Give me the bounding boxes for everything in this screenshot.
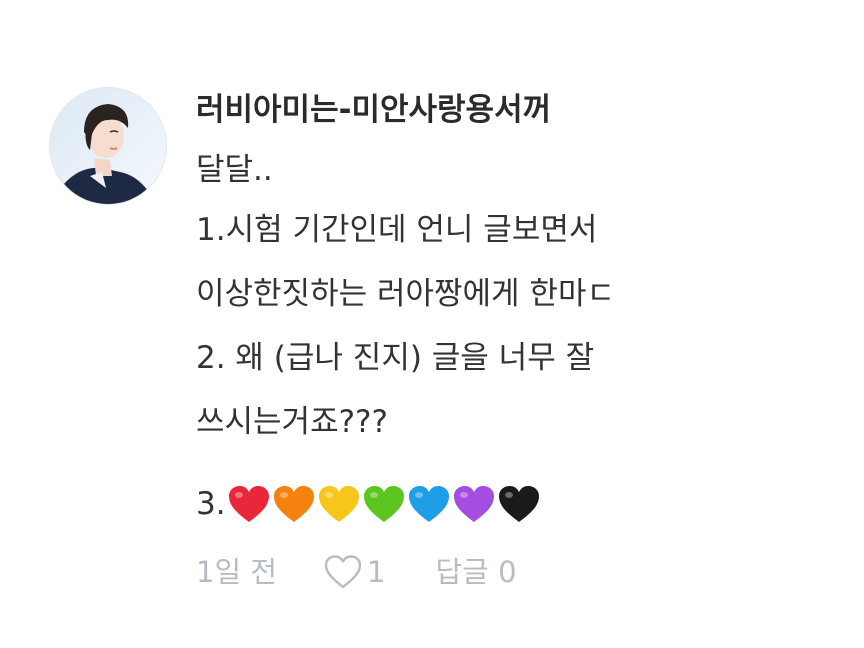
hearts-prefix: 3. [196, 486, 226, 522]
comment-time: 1일 전 [196, 555, 278, 589]
green-heart-icon [363, 486, 404, 522]
comment-body: 달달.. 1.시험 기간인데 언니 글보면서 이상한짓하는 러아짱에게 한마ㄷ … [196, 150, 836, 466]
comment-line: 쓰시는거죠??? [196, 404, 388, 440]
comment-item: 러비아미는-미안사랑용서꺼 달달.. 1.시험 기간인데 언니 글보면서 이상한… [0, 0, 864, 648]
comment-username[interactable]: 러비아미는-미안사랑용서꺼 [196, 88, 551, 132]
like-count: 1 [367, 555, 386, 589]
yellow-heart-icon [318, 486, 359, 522]
heart-outline-icon [324, 555, 362, 589]
like-button[interactable]: 1 [323, 554, 385, 590]
avatar[interactable] [50, 88, 166, 204]
reply-button[interactable]: 답글 0 [435, 552, 516, 592]
comment-line: 달달.. [196, 152, 273, 188]
black-heart-icon [498, 486, 539, 522]
comment-line: 1.시험 기간인데 언니 글보면서 [196, 212, 598, 248]
orange-heart-icon [273, 486, 314, 522]
purple-heart-icon [453, 486, 494, 522]
blue-heart-icon [408, 486, 449, 522]
comment-meta: 1일 전 1 답글 0 [196, 552, 517, 592]
hearts-row [226, 483, 541, 525]
comment-hearts-line: 3. [196, 480, 541, 528]
comment-line: 2. 왜 (급나 진지) 글을 너무 잘 [196, 340, 595, 376]
red-heart-icon [228, 486, 269, 522]
comment-line: 이상한짓하는 러아짱에게 한마ㄷ [196, 276, 615, 312]
avatar-photo [50, 88, 166, 204]
